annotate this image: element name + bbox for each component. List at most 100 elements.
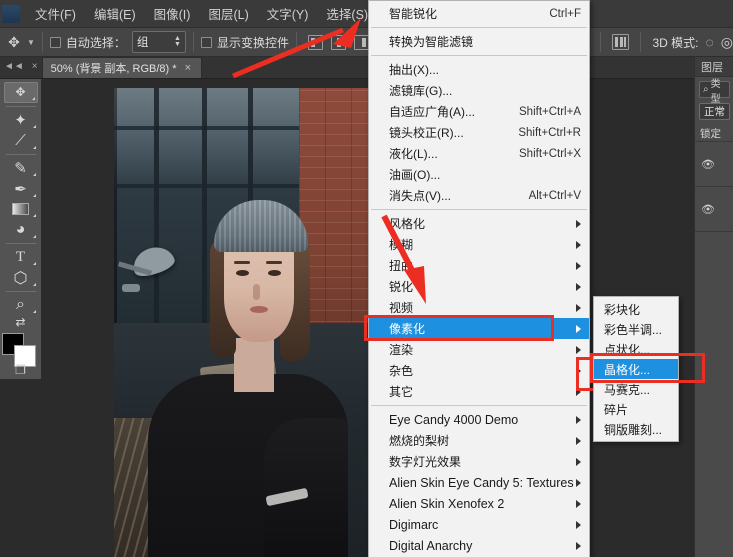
submenu-item-mezzotint[interactable]: 铜版雕刻... — [594, 419, 678, 439]
menu-item-extract[interactable]: 抽出(X)... — [369, 59, 589, 80]
submenu-arrow-icon — [576, 324, 581, 333]
menu-item-video[interactable]: 视频 — [369, 297, 589, 318]
blend-mode-dropdown[interactable]: 正常 — [699, 103, 730, 120]
divider — [5, 105, 36, 107]
menu-item-filter-gallery[interactable]: 滤镜库(G)... — [369, 80, 589, 101]
submenu-item-facet[interactable]: 彩块化 — [594, 299, 678, 319]
tool-preset-chevron-down-icon[interactable]: ▼ — [27, 38, 35, 47]
magic-wand-tool[interactable]: ✦ — [4, 110, 38, 131]
menu-item-smart-sharpen[interactable]: 智能锐化 Ctrl+F — [369, 3, 589, 24]
menu-item-alien-skin-xenofex-2[interactable]: Alien Skin Xenofex 2 — [369, 493, 589, 514]
show-transform-checkbox[interactable] — [200, 36, 212, 48]
menu-item-digital-light-effects[interactable]: 数字灯光效果 — [369, 451, 589, 472]
submenu-item-label: 彩块化 — [604, 302, 641, 317]
menu-item-vanishing-point[interactable]: 消失点(V)... Alt+Ctrl+V — [369, 185, 589, 206]
menu-item-blur[interactable]: 模糊 — [369, 234, 589, 255]
submenu-item-fragment[interactable]: 碎片 — [594, 399, 678, 419]
menu-image[interactable]: 图像(I) — [145, 0, 200, 27]
menu-item-distort[interactable]: 扭曲 — [369, 255, 589, 276]
photo-nose — [253, 284, 260, 300]
document-image[interactable] — [114, 88, 369, 557]
menu-item-digital-anarchy[interactable]: Digital Anarchy — [369, 535, 589, 556]
menu-item-burning-pear-tree[interactable]: 燃烧的梨树 — [369, 430, 589, 451]
move-tool-icon[interactable]: ✥ — [4, 32, 24, 52]
menu-item-stylize[interactable]: 风格化 — [369, 213, 589, 234]
menu-item-adaptive-wide-angle[interactable]: 自适应广角(A)... Shift+Ctrl+A — [369, 101, 589, 122]
menu-item-render[interactable]: 渲染 — [369, 339, 589, 360]
document-tab[interactable]: 50% (背景 副本, RGB/8) * × — [41, 57, 202, 78]
auto-select-scope-dropdown[interactable]: 组 ▲ ▼ — [131, 31, 186, 53]
align-left-icon[interactable] — [307, 34, 323, 50]
history-brush-tool[interactable]: ✒ — [4, 178, 38, 199]
layers-panel-title: 图层 — [701, 61, 723, 74]
eye-icon[interactable]: 👁 — [701, 158, 715, 171]
menu-item-other[interactable]: 其它 — [369, 381, 589, 402]
submenu-item-mosaic[interactable]: 马赛克... — [594, 379, 678, 399]
menu-item-sharpen[interactable]: 锐化 — [369, 276, 589, 297]
layer-row[interactable]: 👁 — [695, 186, 733, 231]
photo-eye-left — [236, 270, 249, 276]
submenu-arrow-icon — [576, 240, 581, 249]
menu-item-convert-to-smart-filter[interactable]: 转换为智能滤镜 — [369, 31, 589, 52]
divider — [192, 32, 194, 52]
document-tab-bar: ◄◄ × 50% (背景 副本, RGB/8) * × — [0, 57, 733, 79]
align-right-icon[interactable] — [353, 34, 369, 50]
auto-select-scope-value: 组 — [136, 37, 149, 49]
orbit-3d-icon[interactable]: ◌ — [705, 34, 713, 50]
auto-select-label: 自动选择： — [65, 35, 126, 50]
menu-item-alien-skin-eye-candy-5[interactable]: Alien Skin Eye Candy 5: Textures — [369, 472, 589, 493]
submenu-arrow-icon — [576, 457, 581, 466]
submenu-arrow-icon — [576, 219, 581, 228]
swap-colors-icon[interactable]: ⇄ — [4, 315, 38, 329]
quick-mask-icon[interactable]: ❐ — [4, 362, 38, 379]
shape-tool[interactable]: ⬡ — [4, 267, 38, 288]
color-swatches[interactable] — [1, 333, 40, 368]
menu-item-oil-paint[interactable]: 油画(O)... — [369, 164, 589, 185]
gradient-tool[interactable] — [4, 199, 38, 220]
submenu-arrow-icon — [576, 345, 581, 354]
move-tool[interactable]: ✥ — [3, 82, 38, 103]
divider — [371, 27, 587, 28]
menu-item-noise[interactable]: 杂色 — [369, 360, 589, 381]
menu-layer[interactable]: 图层(L) — [199, 0, 257, 27]
align-center-icon[interactable] — [330, 34, 346, 50]
roll-3d-icon[interactable]: ◎ — [721, 34, 733, 51]
brush-tool[interactable]: ✎ — [4, 158, 38, 179]
eye-icon[interactable]: 👁 — [701, 203, 715, 216]
menu-item-eye-candy-4000-demo[interactable]: Eye Candy 4000 Demo — [369, 409, 589, 430]
menu-item-liquify[interactable]: 液化(L)... Shift+Ctrl+X — [369, 143, 589, 164]
menu-item-label: 扭曲 — [389, 259, 414, 273]
menu-edit[interactable]: 编辑(E) — [85, 0, 145, 27]
menu-file[interactable]: 文件(F) — [26, 0, 85, 27]
divider — [41, 32, 43, 52]
layer-filter-search[interactable]: ⌕ 类型 — [699, 79, 730, 105]
divider — [640, 32, 642, 52]
menu-item-label: 像素化 — [389, 322, 426, 336]
dodge-tool[interactable]: ◕ — [4, 219, 38, 240]
auto-select-checkbox[interactable] — [49, 36, 61, 48]
photoshop-logo-icon — [2, 4, 20, 23]
menu-item-pixelate[interactable]: 像素化 — [364, 315, 589, 341]
menu-type[interactable]: 文字(Y) — [258, 0, 318, 27]
divider — [371, 209, 587, 210]
eyedropper-tool[interactable]: ⟋ — [4, 130, 38, 151]
layer-row[interactable]: 👁 — [695, 141, 733, 186]
close-panel-icon[interactable]: × — [28, 56, 42, 78]
zoom-tool[interactable]: ⌕ — [4, 295, 38, 316]
three-d-mode-label: 3D 模式: — [652, 35, 699, 50]
pixelate-submenu[interactable]: 彩块化 彩色半调... 点状化... 晶格化... 马赛克... 碎片 铜版雕刻… — [593, 296, 679, 442]
filter-menu-dropdown[interactable]: 智能锐化 Ctrl+F 转换为智能滤镜 抽出(X)... 滤镜库(G)... 自… — [364, 0, 590, 557]
document-tab-close-icon[interactable]: × — [185, 62, 191, 74]
submenu-item-crystallize[interactable]: 晶格化... — [594, 359, 678, 379]
menu-item-digimarc[interactable]: Digimarc — [369, 514, 589, 535]
submenu-item-color-halftone[interactable]: 彩色半调... — [594, 319, 678, 339]
collapse-panel-icon[interactable]: ◄◄ — [0, 56, 28, 78]
menu-item-label: 智能锐化 — [389, 7, 438, 21]
distribute-icon[interactable] — [612, 34, 630, 50]
submenu-arrow-icon — [576, 520, 581, 529]
menu-item-label: 消失点(V)... — [389, 189, 451, 203]
menu-item-label: Alien Skin Eye Candy 5: Textures — [389, 475, 574, 490]
menu-item-lens-correction[interactable]: 镜头校正(R)... Shift+Ctrl+R — [369, 122, 589, 143]
type-tool[interactable]: T — [4, 247, 38, 268]
submenu-item-pointillize[interactable]: 点状化... — [594, 339, 678, 359]
